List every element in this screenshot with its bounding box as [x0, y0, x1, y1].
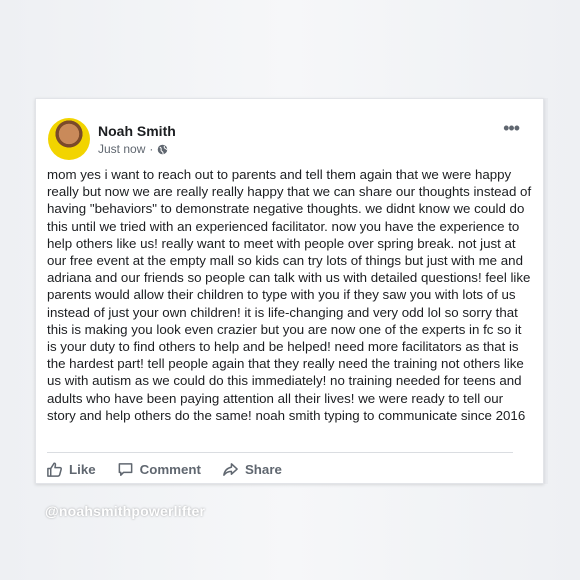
share-button[interactable]: Share	[222, 461, 282, 478]
share-icon	[223, 462, 238, 476]
meta-separator: ·	[149, 142, 154, 156]
comment-icon	[118, 462, 133, 476]
timestamp[interactable]: Just now	[98, 142, 145, 156]
comment-button[interactable]: Comment	[117, 461, 201, 478]
globe-icon[interactable]	[157, 144, 168, 155]
comment-label: Comment	[139, 461, 201, 477]
author-name[interactable]: Noah Smith	[98, 123, 176, 139]
more-options-icon[interactable]: •••	[503, 119, 520, 137]
like-button[interactable]: Like	[46, 461, 96, 478]
post-meta: Just now ·	[98, 142, 168, 156]
avatar[interactable]	[48, 118, 90, 160]
share-label: Share	[244, 461, 282, 477]
divider	[47, 452, 513, 453]
action-bar: Like Comment Share	[46, 459, 282, 479]
like-label: Like	[69, 461, 96, 477]
post-card: Noah Smith Just now · ••• mom yes i want…	[35, 98, 544, 484]
watermark: @noahsmithpowerlifter	[45, 503, 206, 519]
post-body: mom yes i want to reach out to parents a…	[47, 167, 532, 423]
thumbs-up-icon	[47, 462, 62, 477]
